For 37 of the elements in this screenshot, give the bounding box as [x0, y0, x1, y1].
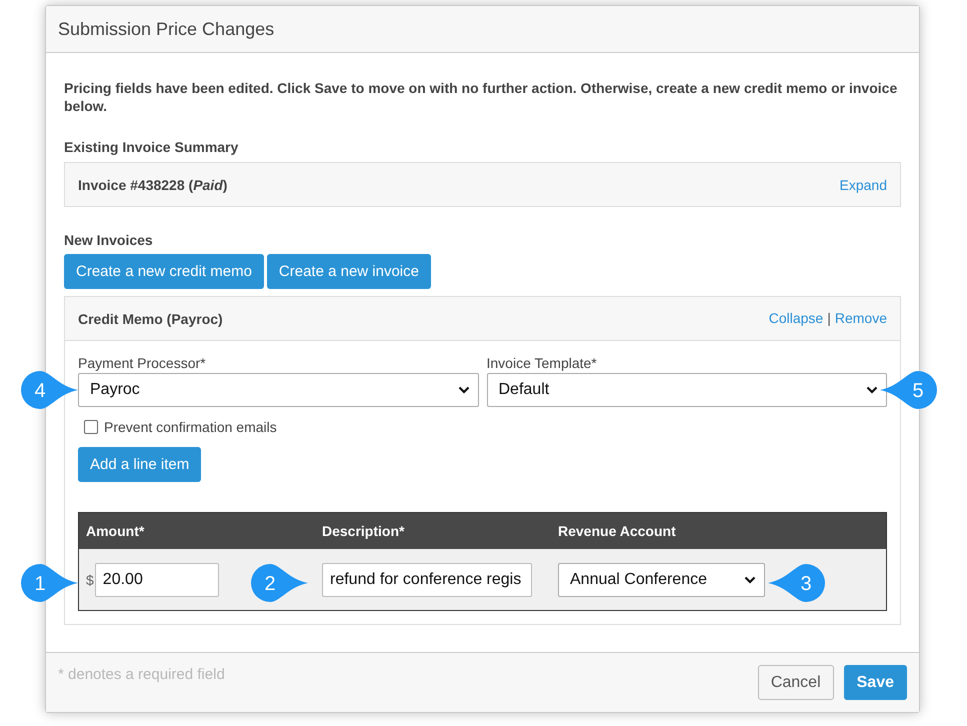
amount-input[interactable]: 20.00: [94, 562, 219, 596]
callout-marker: 3: [768, 563, 826, 603]
save-button[interactable]: Save: [844, 665, 907, 700]
chevron-down-icon: [458, 386, 470, 394]
create-button[interactable]: Create a new credit memo: [64, 254, 264, 289]
expand-link[interactable]: Expand: [840, 176, 887, 192]
chevron-down-icon: [744, 576, 756, 584]
column-header: Description*: [322, 523, 406, 539]
currency-symbol: $: [86, 572, 94, 588]
add-line-item-button[interactable]: Add a line item: [78, 447, 202, 482]
column-header: Amount*: [86, 523, 146, 539]
callout-marker: 5: [880, 370, 938, 410]
section-label: Existing Invoice Summary: [64, 139, 240, 155]
create-button[interactable]: Create a new invoice: [266, 254, 431, 289]
link-separator: |: [827, 310, 831, 326]
section-label: New Invoices: [64, 232, 154, 248]
column-header: Revenue Account: [558, 523, 677, 539]
credit-memo-title: Credit Memo (Payroc): [78, 310, 223, 326]
callout-marker: 1: [20, 563, 78, 603]
remove-link[interactable]: Remove: [834, 310, 887, 326]
invoice-title: Invoice #438228 (Paid): [78, 176, 228, 192]
dialog-title: Submission Price Changes: [58, 18, 274, 40]
field-label: Invoice Template*: [486, 355, 598, 371]
callout-marker: 4: [20, 370, 78, 410]
dropdown-select[interactable]: Payroc: [78, 373, 478, 407]
checkbox-label: Prevent confirmation emails: [104, 419, 277, 435]
dropdown-select[interactable]: Default: [486, 373, 887, 407]
field-label: Payment Processor*: [78, 355, 207, 371]
checkbox[interactable]: [84, 420, 98, 434]
chevron-down-icon: [866, 386, 878, 394]
intro-text: Pricing fields have been edited. Click Save to move on with no further action. Otherwise, create a new credit memo or invoice below.: [64, 79, 898, 115]
revenue-account-select[interactable]: Annual Conference: [558, 562, 765, 596]
required-note: * denotes a required field: [58, 666, 225, 683]
cancel-button[interactable]: Cancel: [758, 665, 834, 700]
callout-marker: 2: [250, 563, 308, 603]
collapse-link[interactable]: Collapse: [768, 310, 824, 326]
description-input[interactable]: refund for conference regis: [322, 562, 532, 596]
